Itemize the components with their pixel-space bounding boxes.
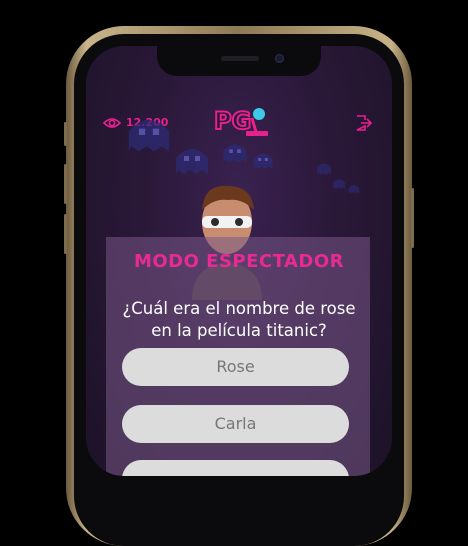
phone-notch (157, 46, 321, 76)
mode-title: MODO ESPECTADOR (133, 251, 345, 272)
ghost-icon (316, 163, 332, 175)
app-screen: 12.200 PG (86, 46, 392, 476)
question-line-1: ¿Cuál era el nombre de rose (122, 299, 356, 318)
answer-option-rose[interactable]: Rose (122, 348, 349, 386)
answer-option-carla[interactable]: Carla (122, 405, 349, 443)
ghost-icon (128, 119, 170, 152)
phone-side-button-right (411, 188, 414, 248)
ghost-icon (332, 179, 346, 190)
front-camera (275, 54, 284, 63)
phone-side-button-left-2 (64, 164, 67, 204)
ghost-icon (253, 153, 273, 169)
ghost-icon (348, 185, 360, 194)
eye-icon (103, 117, 121, 128)
answer-option-3[interactable] (122, 460, 349, 476)
logo-text: PG (214, 107, 251, 135)
pg-logo-icon: PG (213, 106, 268, 136)
question-line-2: en la película titanic? (151, 321, 327, 340)
phone-side-button-left-1 (64, 122, 67, 146)
question-text: ¿Cuál era el nombre de rose en la pelícu… (106, 298, 372, 342)
speaker-grille (221, 56, 259, 61)
ghost-icon (176, 149, 208, 174)
ghost-icon (223, 144, 247, 163)
exit-icon[interactable] (354, 114, 372, 132)
phone-side-button-left-3 (64, 214, 67, 254)
app-logo: PG (212, 104, 272, 138)
